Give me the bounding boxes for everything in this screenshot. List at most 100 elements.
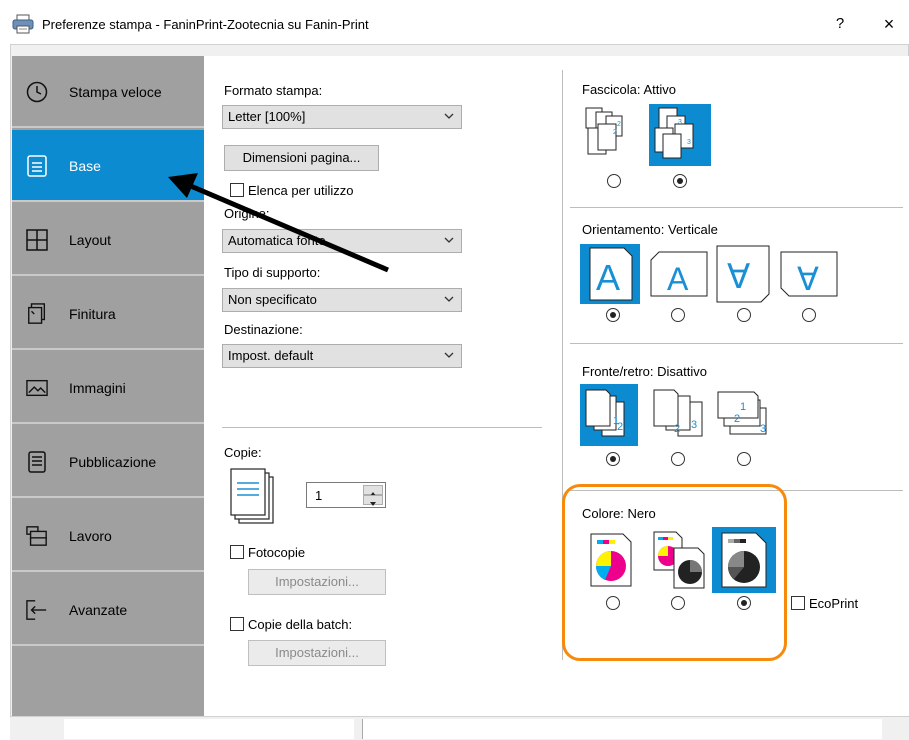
fascicola-off-radio[interactable] <box>607 174 621 188</box>
tipo-supporto-value: Non specificato <box>228 292 317 307</box>
duplex-short-tile[interactable]: 1 2 3 <box>714 384 776 446</box>
orient-landscape-radio[interactable] <box>671 308 685 322</box>
duplex-off-tile[interactable]: 1 2 3 <box>580 384 638 446</box>
chevron-down-icon <box>444 296 454 302</box>
duplex-long-radio[interactable] <box>671 452 685 466</box>
batch-label: Copie della batch: <box>248 617 353 632</box>
status-field <box>362 719 882 739</box>
fascicola-label-text: Fascicola: <box>582 82 641 97</box>
chevron-down-icon <box>444 352 454 358</box>
collate-on-icon: 3 3 <box>654 107 694 159</box>
orient-portrait-rotated-tile[interactable]: ∀ <box>715 244 771 304</box>
svg-text:3: 3 <box>625 427 631 439</box>
fronte-retro-value: Disattivo <box>657 364 708 379</box>
spin-up-button[interactable] <box>363 485 383 496</box>
copies-icon <box>230 468 274 524</box>
sidebar-item-label: Lavoro <box>69 528 112 544</box>
sidebar-item-label: Stampa veloce <box>69 84 162 100</box>
svg-text:3: 3 <box>678 119 682 126</box>
orient-glyph-3: ∀ <box>797 261 819 297</box>
ecoprint-label: EcoPrint <box>809 596 859 611</box>
fascicola-value: Attivo <box>643 82 676 97</box>
orient-landscape-tile[interactable]: A <box>649 250 709 300</box>
svg-text:2: 2 <box>617 121 621 128</box>
annotation-arrow-icon <box>168 173 389 273</box>
destinazione-value: Impost. default <box>228 348 314 363</box>
job-stack-icon <box>26 526 47 546</box>
batch-checkbox[interactable] <box>230 617 244 631</box>
orient-portrait-rotated-radio[interactable] <box>737 308 751 322</box>
sidebar-item-finitura[interactable]: Finitura <box>12 278 204 350</box>
svg-text:2: 2 <box>617 421 623 433</box>
spin-down-button[interactable] <box>363 495 383 506</box>
simplex-icon: 1 2 3 <box>585 389 631 439</box>
orient-portrait-tile[interactable]: A <box>580 244 640 304</box>
sidebar-item-avanzate[interactable]: Avanzate <box>12 574 204 646</box>
orient-glyph-2: ∀ <box>727 258 750 296</box>
ecoprint-checkbox[interactable] <box>791 596 805 610</box>
duplex-long-edge-icon: 2 3 <box>653 389 703 437</box>
document-icon <box>27 155 47 177</box>
fascicola-off-tile[interactable]: 2 2 <box>582 104 644 166</box>
svg-text:2: 2 <box>674 423 680 435</box>
copie-spinbox[interactable]: 1 <box>306 482 386 508</box>
landscape-rotated-page-icon: ∀ <box>780 251 838 297</box>
image-icon <box>26 379 48 397</box>
batch-impostazioni-button[interactable]: Impostazioni... <box>248 640 386 666</box>
fotocopie-label: Fotocopie <box>248 545 306 560</box>
profile-field[interactable] <box>64 719 354 739</box>
fotocopie-checkbox[interactable] <box>230 545 244 559</box>
close-button[interactable]: × <box>874 11 904 37</box>
formato-value: Letter [100%] <box>228 109 306 124</box>
sidebar-item-pubblicazione[interactable]: Pubblicazione <box>12 426 204 498</box>
advanced-arrow-icon <box>26 600 47 620</box>
tipo-supporto-select[interactable]: Non specificato <box>222 288 462 312</box>
duplex-long-tile[interactable]: 2 3 <box>648 384 708 446</box>
orientamento-label: Orientamento: Verticale <box>582 222 718 237</box>
orient-glyph-1: A <box>667 261 689 297</box>
portrait-page-icon: A <box>589 247 633 301</box>
sidebar-item-label: Immagini <box>69 380 126 396</box>
sidebar: Stampa veloce Base Layout Finitura Immag… <box>12 56 204 716</box>
destinazione-select[interactable]: Impost. default <box>222 344 462 368</box>
orient-portrait-radio[interactable] <box>606 308 620 322</box>
highlight-box <box>562 484 787 661</box>
title-bar: Preferenze stampa - FaninPrint-Zootecnia… <box>0 0 909 44</box>
formato-label: Formato stampa: <box>224 83 323 98</box>
fascicola-label: Fascicola: Attivo <box>582 82 676 97</box>
chevron-down-icon <box>444 237 454 243</box>
fronte-retro-label: Fronte/retro: Disattivo <box>582 364 707 379</box>
duplex-short-edge-icon: 1 2 3 <box>717 391 767 435</box>
triangle-down-icon <box>370 502 376 506</box>
svg-text:1: 1 <box>740 401 746 413</box>
sidebar-item-label: Base <box>69 158 101 174</box>
svg-text:3: 3 <box>691 419 697 431</box>
fascicola-on-tile[interactable]: 3 3 <box>649 104 711 166</box>
sidebar-item-lavoro[interactable]: Lavoro <box>12 500 204 572</box>
duplex-short-radio[interactable] <box>737 452 751 466</box>
destinazione-label: Destinazione: <box>224 322 303 337</box>
divider <box>570 343 903 344</box>
svg-text:3: 3 <box>760 423 766 435</box>
sidebar-item-label: Layout <box>69 232 112 248</box>
help-button[interactable]: ? <box>825 11 855 37</box>
fotocopie-impostazioni-button[interactable]: Impostazioni... <box>248 569 386 595</box>
sidebar-item-stampa-veloce[interactable]: Stampa veloce <box>12 56 204 128</box>
divider <box>570 207 903 208</box>
svg-text:3: 3 <box>687 139 691 146</box>
orient-landscape-rotated-tile[interactable]: ∀ <box>779 250 839 300</box>
copie-value: 1 <box>315 488 323 503</box>
portrait-rotated-page-icon: ∀ <box>716 245 770 303</box>
printer-icon <box>12 14 34 34</box>
sidebar-item-label: Avanzate <box>69 602 128 618</box>
fascicola-on-radio[interactable] <box>673 174 687 188</box>
divider <box>222 427 542 428</box>
sidebar-item-label: Finitura <box>69 306 116 322</box>
orient-landscape-rotated-radio[interactable] <box>802 308 816 322</box>
sidebar-item-immagini[interactable]: Immagini <box>12 352 204 424</box>
collate-off-icon: 2 2 <box>585 107 623 155</box>
duplex-off-radio[interactable] <box>606 452 620 466</box>
formato-select[interactable]: Letter [100%] <box>222 105 462 129</box>
svg-text:2: 2 <box>734 413 740 425</box>
fronte-retro-label-text: Fronte/retro: <box>582 364 654 379</box>
